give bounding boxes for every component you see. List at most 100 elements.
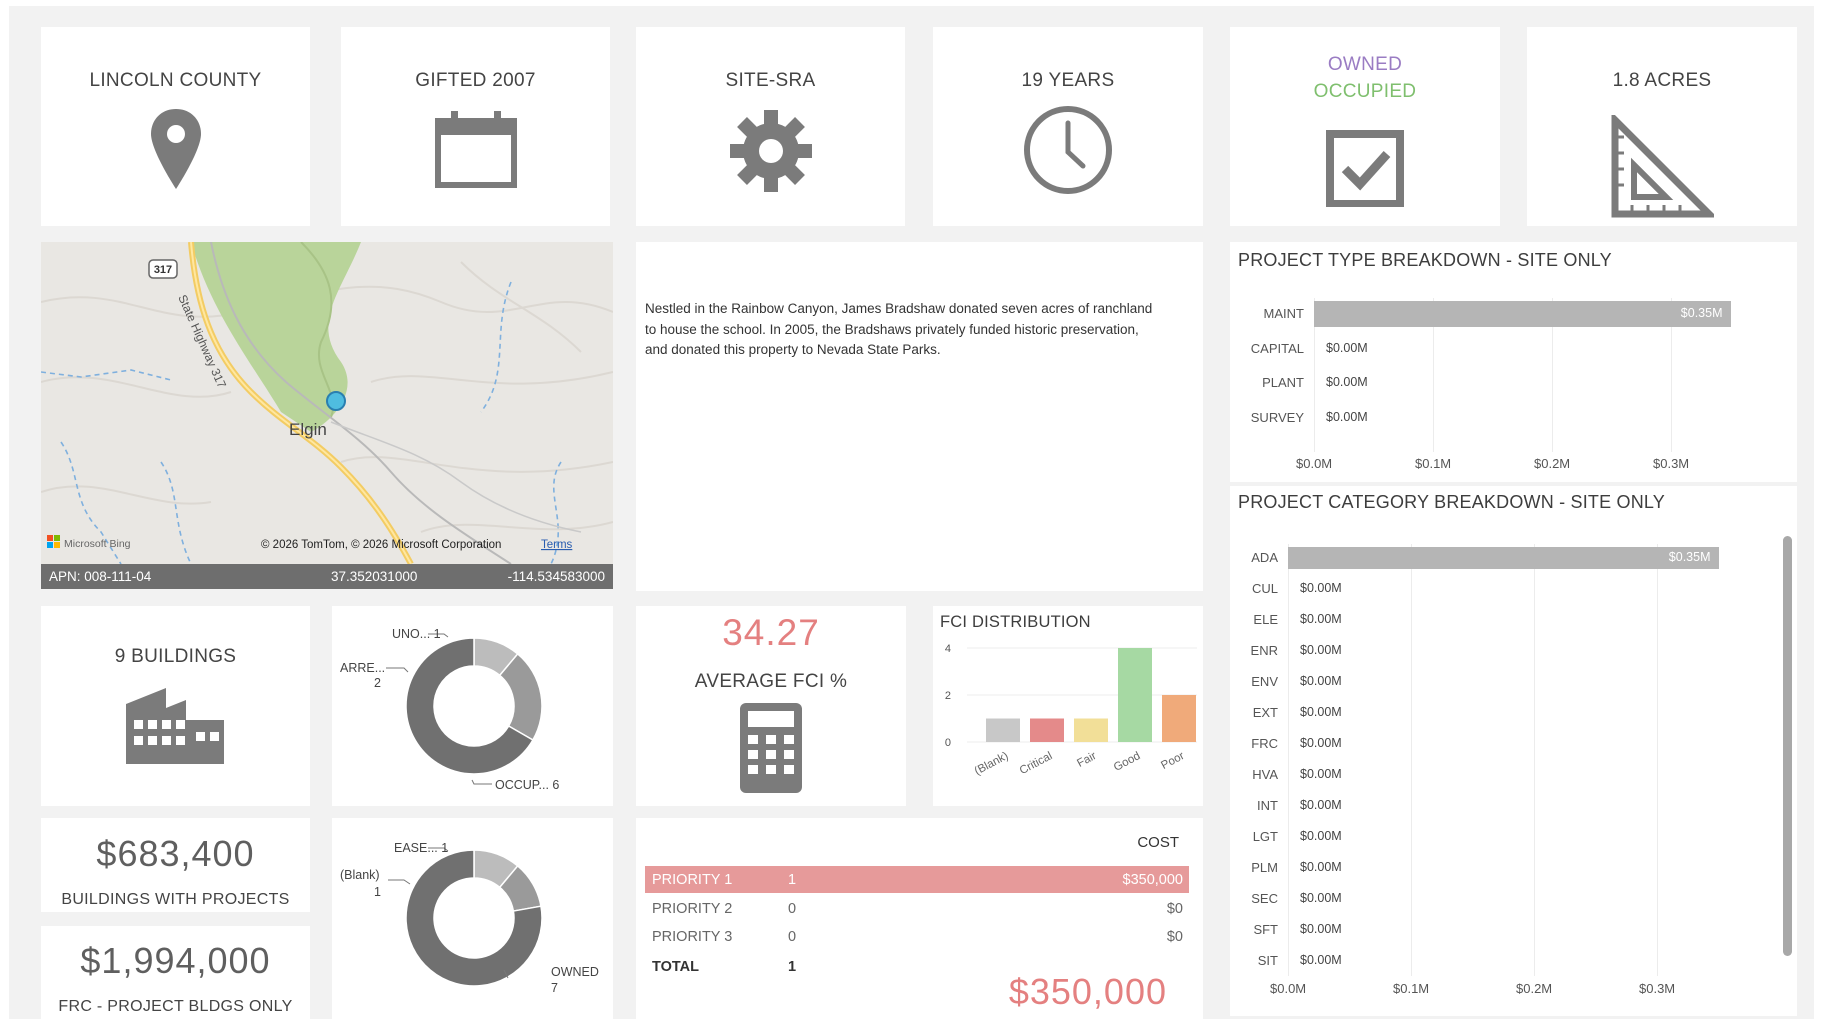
average-fci-card[interactable]: 34.27 AVERAGE FCI % — [636, 606, 906, 806]
bar-value-label: $0.00M — [1300, 612, 1342, 626]
occupancy-donut-card[interactable]: UNO... 1 ARRE... 2 OCCUP... 6 — [332, 606, 613, 806]
buildings-icon — [125, 688, 224, 764]
x-tick-label: $0.2M — [1534, 456, 1571, 471]
category-label-sec: SEC — [1251, 891, 1278, 906]
leader-line — [386, 667, 409, 673]
kpi-years-card[interactable]: 19 YEARS — [933, 27, 1203, 226]
calculator-icon — [740, 703, 802, 793]
fci-bar-critical[interactable] — [1030, 718, 1064, 743]
calendar-icon — [434, 111, 517, 188]
frc-project-bldgs-card[interactable]: $1,994,000 FRC - PROJECT BLDGS ONLY — [41, 926, 310, 1021]
priority-count: 1 — [788, 872, 797, 888]
kpi-county-card[interactable]: LINCOLN COUNTY — [41, 27, 310, 226]
bar-value-label: $0.00M — [1300, 922, 1342, 936]
priority-cost: $350,000 — [1122, 872, 1183, 888]
bar-value-label: $0.00M — [1300, 798, 1342, 812]
map-card[interactable]: 317 State Highway 317 Elgin Microsoft Bi… — [41, 242, 613, 589]
category-label-hva: HVA — [1252, 767, 1278, 782]
bar-value-label: $0.00M — [1300, 705, 1342, 719]
table-row-priority-2[interactable]: PRIORITY 2 0 $0 — [645, 895, 1189, 922]
checkbox-icon — [1326, 130, 1404, 207]
x-tick-label: $0.3M — [1653, 456, 1690, 471]
bing-label: Microsoft Bing — [64, 538, 131, 550]
kpi-site-card[interactable]: SITE-SRA — [636, 27, 905, 226]
category-label-frc: FRC — [1251, 736, 1278, 751]
kpi-occupancy-card[interactable]: OWNED OCCUPIED — [1230, 27, 1500, 226]
total-count: 1 — [788, 959, 797, 975]
fci-bar-fair[interactable] — [1074, 718, 1108, 743]
category-label-sft: SFT — [1253, 922, 1278, 937]
project-type-chart-card: PROJECT TYPE BREAKDOWN - SITE ONLY $0.0M… — [1230, 242, 1797, 482]
kpi-county-title: LINCOLN COUNTY — [89, 70, 262, 91]
bar-value-label: $0.00M — [1326, 375, 1368, 389]
category-label-ext: EXT — [1252, 705, 1278, 720]
donut2-label-ease: EASE... 1 — [394, 841, 449, 855]
donut1-label-arre-count: 2 — [374, 676, 381, 690]
fci-bar-blank[interactable] — [986, 718, 1020, 743]
bar-value-label: $0.35M — [1680, 306, 1723, 320]
average-fci-label: AVERAGE FCI % — [694, 671, 848, 692]
donut1-label-uno: UNO... 1 — [392, 627, 441, 641]
map-view[interactable]: 317 State Highway 317 Elgin Microsoft Bi… — [41, 242, 613, 564]
report-page: LINCOLN COUNTY GIFTED 2007 SITE-SRA 19 Y… — [9, 6, 1814, 1021]
buildings-with-projects-card[interactable]: $683,400 BUILDINGS WITH PROJECTS — [41, 818, 310, 912]
category-label-plm: PLM — [1251, 860, 1278, 875]
gridline — [1288, 544, 1289, 976]
priority-name: PRIORITY 3 — [652, 929, 733, 945]
category-label-lgt: LGT — [1252, 829, 1278, 844]
buildings-with-projects-label: BUILDINGS WITH PROJECTS — [61, 891, 290, 908]
bar-value-label: $0.00M — [1300, 953, 1342, 967]
longitude-value: -114.534583000 — [507, 569, 605, 584]
category-label-ele: ELE — [1253, 612, 1278, 627]
x-tick-label: $0.0M — [1270, 981, 1307, 996]
set-square-icon — [1611, 115, 1714, 218]
bar-value-label: $0.00M — [1300, 767, 1342, 781]
donut1-label-arre: ARRE... — [340, 661, 386, 675]
latitude-value: 37.352031000 — [331, 569, 418, 584]
leader-line — [388, 879, 411, 885]
average-fci-value: 34.27 — [722, 612, 820, 653]
map-copyright: © 2026 TomTom, © 2026 Microsoft Corporat… — [261, 539, 501, 551]
x-tick-label: $0.0M — [1296, 456, 1333, 471]
ownership-donut-slices — [405, 849, 543, 987]
bar-value-label: $0.35M — [1668, 550, 1711, 564]
kpi-acres-card[interactable]: 1.8 ACRES — [1527, 27, 1797, 226]
priority-cost: $0 — [1166, 901, 1183, 917]
table-row-priority-1[interactable]: PRIORITY 1 1 $350,000 — [645, 866, 1189, 893]
category-label-capital: CAPITAL — [1250, 340, 1304, 356]
scrollbar[interactable] — [1783, 536, 1792, 956]
description-card: Nestled in the Rainbow Canyon, James Bra… — [636, 242, 1203, 591]
category-label-survey: SURVEY — [1250, 409, 1304, 425]
priority-table-card: COST PRIORITY 1 1 $350,000 PRIORITY 2 0 … — [636, 818, 1203, 1021]
kpi-acres-title: 1.8 ACRES — [1612, 70, 1712, 91]
kpi-gifted-card[interactable]: GIFTED 2007 — [341, 27, 610, 226]
donut2-label-blank-count: 1 — [374, 885, 381, 899]
buildings-card[interactable]: 9 BUILDINGS — [41, 606, 310, 806]
fci-bar-good[interactable] — [1118, 648, 1152, 742]
ownership-donut-card[interactable]: EASE... 1 (Blank) 1 OWNED 7 — [332, 818, 613, 1021]
donut1-slice-1[interactable] — [498, 652, 543, 742]
map-place-label: Elgin — [289, 420, 327, 439]
kpi-site-title: SITE-SRA — [725, 70, 816, 91]
table-row-priority-3[interactable]: PRIORITY 3 0 $0 — [645, 923, 1189, 950]
project-category-plot: $0.0M $0.1M $0.2M $0.3M ADA $0.35M CUL $0.00M EL… — [1230, 486, 1797, 1016]
map-terms-link[interactable]: Terms — [541, 539, 573, 551]
total-cost-value: $350,000 — [1008, 971, 1167, 1012]
gridline — [1657, 544, 1658, 976]
category-label-cul: CUL — [1251, 581, 1278, 596]
fci-category-label: Fair — [1075, 750, 1098, 770]
cost-column-header: COST — [1137, 834, 1179, 851]
fci-bar-poor[interactable] — [1162, 695, 1196, 742]
occupancy-donut-chart — [386, 633, 543, 785]
map-pin-icon — [150, 109, 201, 189]
fci-distribution-chart: 0 2 4 (Blank) Critical Fair Good Poor — [945, 643, 1197, 778]
bar-value-label: $0.00M — [1300, 643, 1342, 657]
donut2-label-blank: (Blank) — [340, 868, 380, 882]
site-description: Nestled in the Rainbow Canyon, James Bra… — [645, 301, 1153, 357]
donut1-label-occup: OCCUP... 6 — [495, 778, 560, 792]
gear-icon — [729, 110, 812, 192]
fci-distribution-card: FCI DISTRIBUTION 0 2 4 (Blank) Critical Fair G… — [933, 606, 1203, 806]
donut2-label-owned-count: 7 — [551, 981, 558, 995]
bar-value-label: $0.00M — [1326, 340, 1368, 355]
priority-name: PRIORITY 1 — [652, 872, 733, 888]
